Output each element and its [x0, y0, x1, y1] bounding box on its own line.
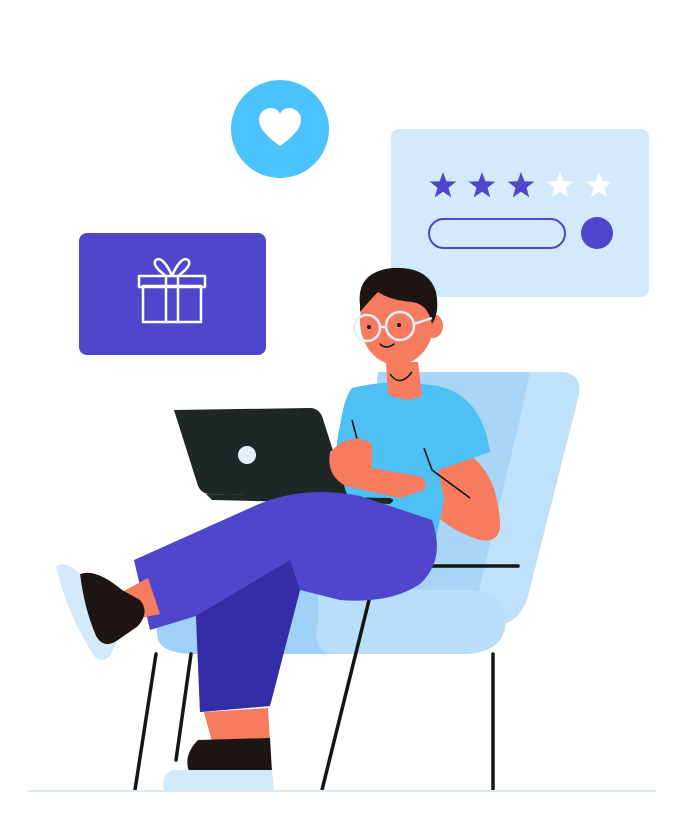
review-card — [391, 129, 649, 297]
laptop-logo — [238, 446, 256, 464]
head — [352, 267, 443, 382]
gift-card — [79, 233, 266, 355]
illustration-stage — [0, 0, 688, 819]
neck — [386, 362, 422, 400]
heart-badge — [231, 80, 329, 178]
review-submit-dot — [581, 217, 613, 249]
illustration — [28, 80, 656, 792]
